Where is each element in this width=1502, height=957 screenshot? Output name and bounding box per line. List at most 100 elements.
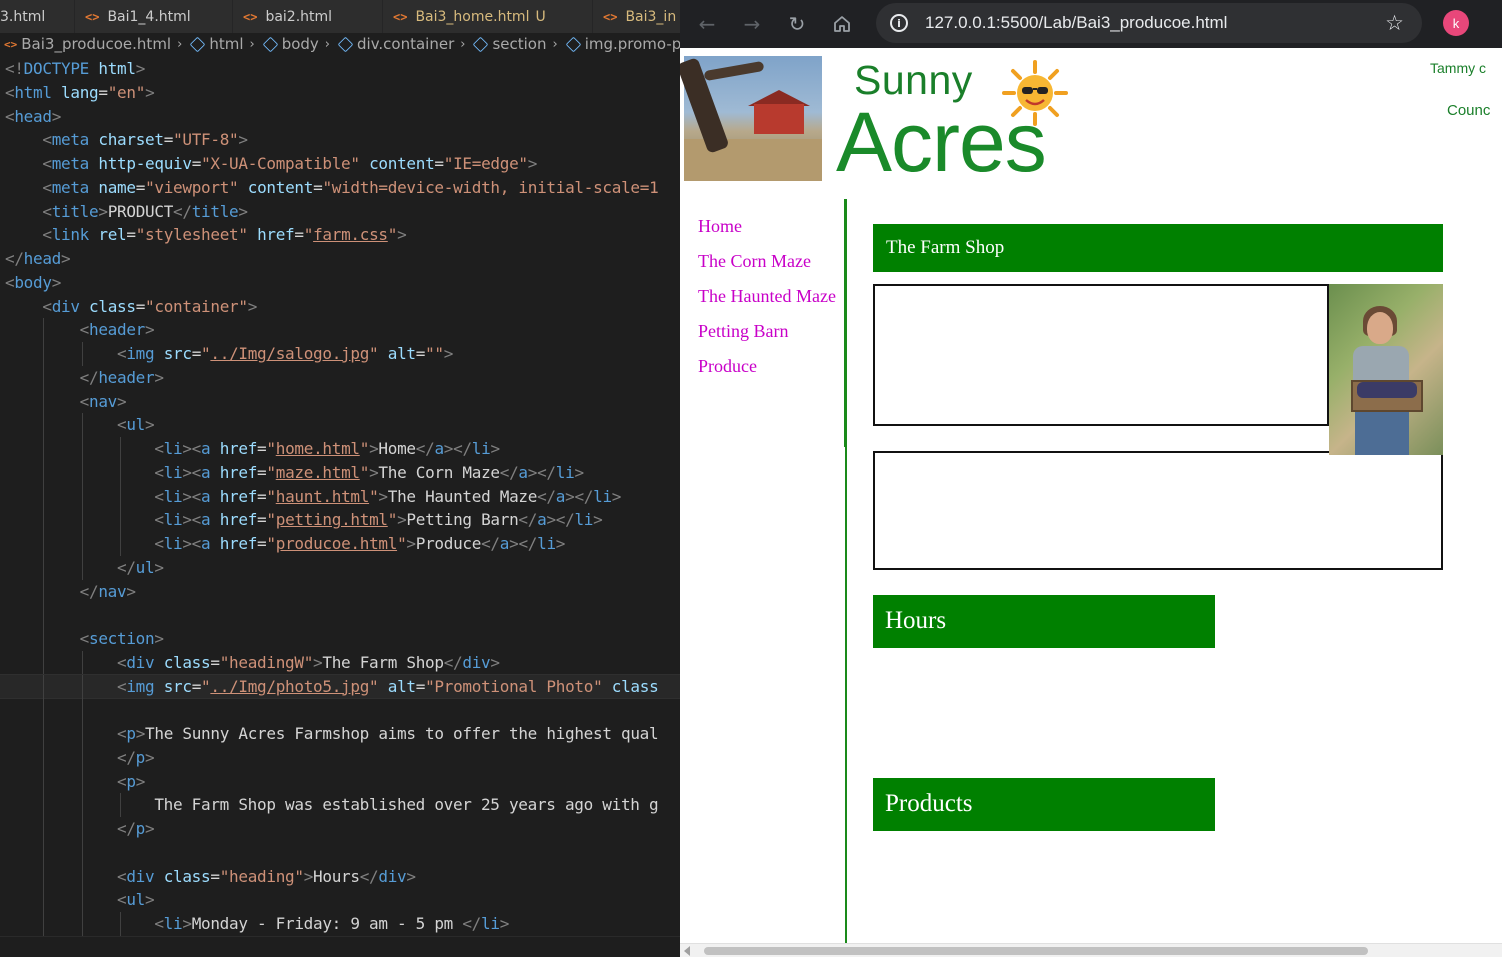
home-button[interactable] [824, 6, 860, 42]
paragraph-box [873, 284, 1329, 426]
reload-button[interactable]: ↻ [779, 6, 815, 42]
site-info-icon[interactable]: i [890, 14, 908, 32]
code-text: The Farm Shop was established over 25 ye… [154, 795, 659, 815]
breadcrumb-item[interactable]: img.promo-p [565, 35, 680, 53]
url-text[interactable]: 127.0.0.1:5500/Lab/Bai3_producoe.html [925, 13, 1227, 33]
code-text: <meta http-equiv="X-UA-Compatible" conte… [42, 154, 538, 173]
indent-guide [81, 888, 83, 912]
code-line[interactable]: <header> [0, 318, 680, 342]
back-button[interactable]: ← [689, 6, 725, 42]
indent-guide [81, 437, 83, 461]
code-line[interactable]: <li>Monday - Friday: 9 am - 5 pm </li> [0, 912, 680, 936]
indent-guide [43, 603, 45, 627]
code-text: <body> [5, 272, 62, 292]
code-editor[interactable]: 3.html <> Bai1_4.html <> bai2.html <> Bai3_… [0, 0, 680, 957]
element-icon [473, 36, 489, 52]
code-line[interactable]: </p> [0, 817, 680, 841]
indent-guide [43, 437, 45, 461]
indent-guide [43, 532, 45, 556]
code-line[interactable]: </nav> [0, 579, 680, 604]
indent-guide [120, 508, 122, 532]
forward-button[interactable]: → [734, 6, 770, 42]
editor-tab[interactable]: <> Bai1_4.html [75, 0, 233, 33]
code-line[interactable]: <html lang="en"> [0, 81, 680, 105]
code-line[interactable]: <section> [0, 627, 680, 651]
editor-tab[interactable]: <> bai2.html [233, 0, 383, 33]
editor-tab[interactable]: 3.html [0, 0, 75, 33]
address-bar[interactable]: i 127.0.0.1:5500/Lab/Bai3_producoe.html … [876, 3, 1422, 43]
code-text: <p>The Sunny Acres Farmshop aims to offe… [117, 724, 659, 743]
code-line[interactable]: <li><a href="haunt.html">The Haunted Maz… [0, 484, 680, 509]
code-text: </p> [117, 747, 155, 767]
code-line[interactable]: <nav> [0, 389, 680, 414]
indent-guide [43, 508, 45, 532]
html-file-icon: <> [4, 37, 18, 51]
bookmark-star-icon[interactable]: ☆ [1385, 11, 1404, 35]
indent-guide [120, 912, 122, 936]
tab-label: Bai1_4.html [107, 8, 191, 25]
code-line[interactable]: <div class="container"> [0, 295, 680, 319]
profile-avatar[interactable]: k [1443, 10, 1469, 36]
code-line[interactable]: <p>The Sunny Acres Farmshop aims to offe… [0, 722, 680, 746]
code-line[interactable] [0, 698, 680, 722]
nav-link-haunted-maze[interactable]: The Haunted Maze [698, 285, 838, 308]
code-line[interactable]: <meta name="viewport" content="width=dev… [0, 176, 680, 200]
code-line[interactable]: <li><a href="maze.html">The Corn Maze</a… [0, 460, 680, 485]
code-line[interactable]: <li><a href="petting.html">Petting Barn<… [0, 508, 680, 532]
code-text: <header> [79, 320, 155, 340]
indent-guide [81, 674, 83, 699]
editor-tab[interactable]: <> Bai3_home.html U [383, 0, 593, 33]
indent-guide [81, 912, 83, 936]
code-line[interactable]: </header> [0, 365, 680, 390]
code-area[interactable]: <!DOCTYPE html> <html lang="en"> <head> <m… [0, 57, 680, 936]
code-line[interactable] [0, 603, 680, 627]
code-line[interactable]: <meta http-equiv="X-UA-Compatible" conte… [0, 152, 680, 176]
horizontal-scrollbar[interactable] [680, 943, 1502, 957]
scroll-left-icon[interactable] [684, 946, 690, 956]
code-line[interactable] [0, 840, 680, 865]
header-tagline: Counc [1447, 102, 1491, 119]
editor-tab[interactable]: <> Bai3_in [593, 0, 680, 33]
nav-link-produce[interactable]: Produce [698, 355, 838, 378]
code-line[interactable]: <ul> [0, 888, 680, 912]
tab-label: Bai3_home.html [415, 8, 530, 25]
nav-link-home[interactable]: Home [698, 215, 838, 238]
code-text: <img src="../Img/photo5.jpg" alt="Promot… [117, 676, 659, 696]
indent-guide [120, 437, 122, 461]
nav-link-corn-maze[interactable]: The Corn Maze [698, 250, 838, 273]
code-line[interactable]: </p> [0, 745, 680, 770]
code-text: </ul> [117, 557, 164, 577]
code-line[interactable]: <div class="heading">Hours</div> [0, 864, 680, 889]
indent-guide [81, 508, 83, 532]
scrollbar-thumb[interactable] [704, 947, 1368, 955]
nav-link-petting-barn[interactable]: Petting Barn [698, 320, 838, 343]
code-line[interactable]: <body> [0, 271, 680, 295]
code-text: <p> [117, 771, 146, 791]
breadcrumb-item[interactable]: body [262, 35, 319, 53]
code-line[interactable]: The Farm Shop was established over 25 ye… [0, 793, 680, 817]
code-line[interactable]: </head> [0, 247, 680, 271]
code-line[interactable]: <img src="../Img/photo5.jpg" alt="Promot… [0, 673, 680, 700]
breadcrumb-file[interactable]: <> Bai3_producoe.html [4, 35, 171, 53]
breadcrumb-item[interactable]: div.container [337, 35, 454, 53]
code-line[interactable]: <head> [0, 105, 680, 129]
code-text: <div class="headingW">The Farm Shop</div… [117, 652, 500, 672]
code-line[interactable]: <img src="../Img/salogo.jpg" alt=""> [0, 342, 680, 366]
indent-guide [81, 460, 83, 485]
breadcrumb-item[interactable]: section [472, 35, 546, 53]
code-line[interactable]: <title>PRODUCT</title> [0, 200, 680, 224]
code-line[interactable]: <ul> [0, 413, 680, 437]
code-line[interactable]: <p> [0, 769, 680, 794]
breadcrumb-item[interactable]: html [189, 35, 243, 53]
code-text: <link rel="stylesheet" href="farm.css"> [42, 225, 407, 245]
element-icon [565, 36, 582, 52]
code-line[interactable]: <li><a href="producoe.html">Produce</a><… [0, 532, 680, 556]
html-file-icon: <> [243, 9, 258, 24]
code-line[interactable]: <li><a href="home.html">Home</a></li> [0, 437, 680, 461]
code-line[interactable]: </ul> [0, 555, 680, 580]
code-line[interactable]: <meta charset="UTF-8"> [0, 128, 680, 152]
browser-toolbar: ← → ↻ i 127.0.0.1:5500/Lab/Bai3_producoe… [680, 0, 1502, 48]
code-line[interactable]: <!DOCTYPE html> [0, 57, 680, 81]
code-line[interactable]: <link rel="stylesheet" href="farm.css"> [0, 223, 680, 247]
code-line[interactable]: <div class="headingW">The Farm Shop</div… [0, 650, 680, 675]
